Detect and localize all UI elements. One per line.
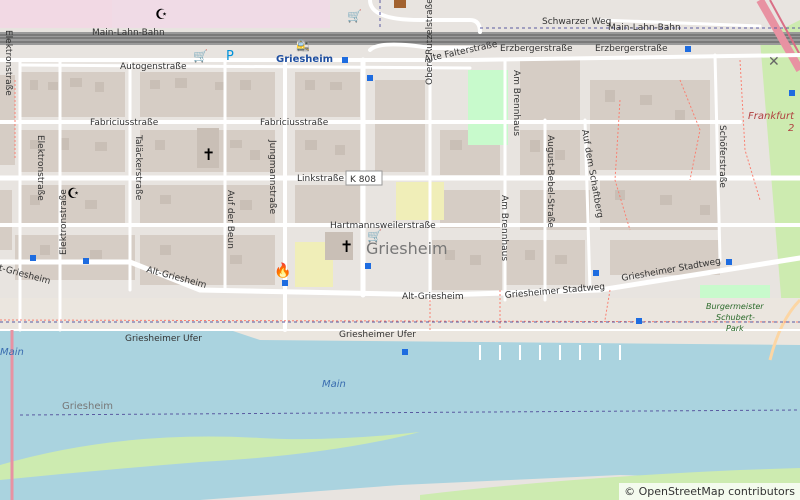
label-station-griesheim: Griesheim: [276, 54, 333, 65]
copyright-symbol: ©: [624, 485, 636, 498]
crossing-icon: ✕: [768, 54, 780, 70]
label-frankfurt-num: 2: [788, 123, 794, 134]
label-autogenstrasse: Autogenstraße: [120, 62, 187, 72]
label-park-line1: Burgermeister: [706, 302, 764, 311]
label-park-line3: Park: [726, 324, 744, 333]
label-griesheimer-ufer: Griesheimer Ufer: [125, 334, 202, 344]
train-station-icon: 🚉: [296, 39, 310, 52]
parking-icon: P: [226, 49, 234, 64]
map-canvas[interactable]: ☪ ☪ ✝ ✝ 🛒 🛒 🛒 P 🔥 🚉 ✕ Main-Lahn-Bahn Mai…: [0, 0, 800, 500]
label-talaeckerstrasse: Taläckerstraße: [133, 134, 143, 201]
label-auf-der-beun: Auf der Beun: [225, 190, 235, 249]
label-linkstrasse: Linkstraße: [297, 174, 345, 184]
label-obere-rutzelstrasse: Obere Rutzelstraße: [425, 0, 435, 85]
park-area: [468, 70, 508, 145]
label-main-lahn-bahn-right: Main-Lahn-Bahn: [608, 23, 681, 33]
attribution-suffix: contributors: [728, 485, 795, 498]
label-jungmannstrasse: Jungmannstraße: [267, 139, 277, 215]
label-am-brennhaus: Am Brennhaus: [511, 70, 521, 136]
label-schwarzer-weg: Schwarzer Weg: [542, 17, 611, 27]
shop-icon: 🛒: [347, 9, 362, 23]
shop-icon-2: 🛒: [193, 49, 208, 63]
label-griesheim-district: Griesheim: [366, 239, 448, 258]
post-icon: [394, 0, 406, 8]
label-main-lahn-bahn: Main-Lahn-Bahn: [92, 28, 165, 38]
label-frankfurt: Frankfurt: [748, 111, 795, 122]
fire-station-icon: 🔥: [274, 262, 291, 279]
label-griesheim-river: Griesheim: [62, 401, 113, 412]
label-fabriciusstrasse: Fabriciusstraße: [90, 118, 159, 128]
mosque-icon: ☪: [155, 7, 168, 23]
label-august-bebel-strasse: August-Bebel-Straße: [545, 135, 555, 228]
label-hartmannsweilerstrasse: Hartmannsweilerstraße: [330, 221, 436, 231]
label-main-river: Main: [322, 379, 346, 390]
church-icon: ✝: [202, 145, 215, 164]
church-icon-2: ✝: [340, 237, 353, 256]
school-area: [396, 182, 444, 220]
label-am-brennhaus-bottom: Am Brennhaus: [499, 195, 509, 261]
map-svg[interactable]: ☪ ☪ ✝ ✝ 🛒 🛒 🛒 P 🔥 🚉 ✕ Main-Lahn-Bahn Mai…: [0, 0, 800, 500]
label-k808: K 808: [350, 175, 376, 185]
label-fabriciusstrasse-mid: Fabriciusstraße: [260, 118, 329, 128]
label-main-river-left: Main: [0, 347, 24, 358]
label-erzbergerstrasse-right: Erzbergerstraße: [595, 44, 668, 54]
label-elektronstrasse-mid: Elektronstraße: [35, 135, 45, 201]
label-elektronstrasse-bottom: Elektronstraße: [59, 189, 69, 255]
label-park-line2: Schubert-: [716, 313, 755, 322]
label-schoeferstrasse: Schöferstraße: [717, 125, 727, 188]
label-elektronstrasse-top: Elektronstraße: [3, 30, 13, 96]
label-erzbergerstrasse: Erzbergerstraße: [500, 44, 573, 54]
label-griesheimer-ufer-mid: Griesheimer Ufer: [339, 330, 416, 340]
openstreetmap-link[interactable]: OpenStreetMap: [639, 485, 725, 498]
attribution: © OpenStreetMap contributors: [619, 483, 800, 500]
label-alt-griesheim-mid: Alt-Griesheim: [402, 292, 464, 302]
